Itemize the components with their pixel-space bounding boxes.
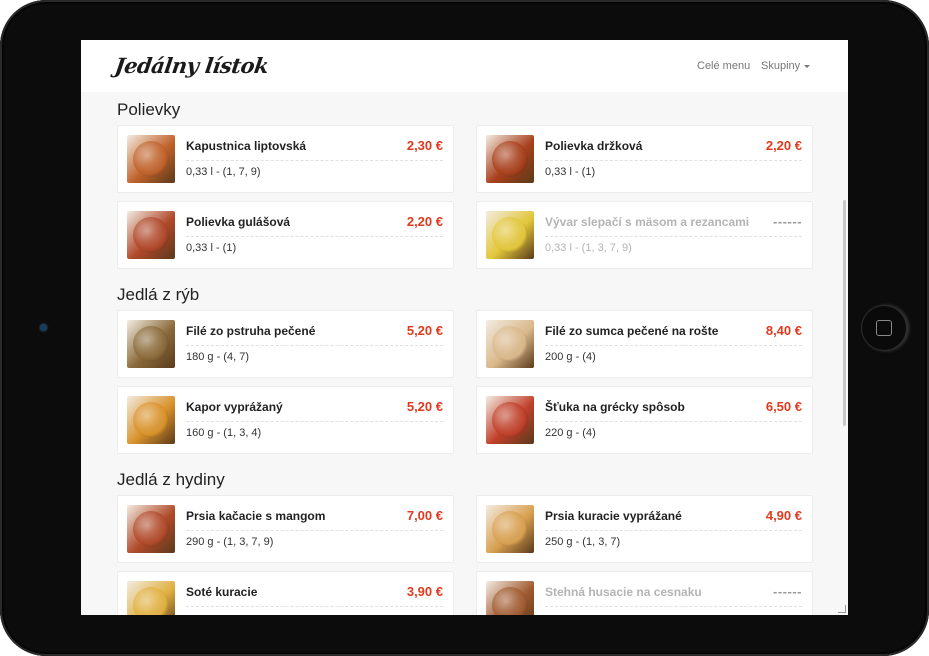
menu-item-card[interactable]: Kapor vyprážaný 5,20 € 160 g - (1, 3, 4): [117, 386, 454, 454]
dish-name: Prsia kačacie s mangom: [186, 509, 326, 523]
tablet-frame: Jedálny lístok Celé menu Skupiny Polievk…: [0, 0, 929, 656]
dish-price: 6,50 €: [765, 399, 802, 414]
dish-portion-allergens: 220 g - (4): [545, 427, 596, 439]
resize-grip-icon: [838, 605, 846, 613]
menu-item-card[interactable]: Šťuka na grécky spôsob 6,50 € 220 g - (4): [476, 386, 813, 454]
dish-photo: [486, 396, 534, 444]
dish-price: 2,20 €: [765, 138, 802, 153]
dish-portion-allergens: 0,33 l - (1): [186, 242, 237, 254]
brand-logo[interactable]: Jedálny lístok: [113, 53, 270, 78]
dish-photo-plate: [133, 587, 169, 615]
dish-photo-plate: [492, 587, 528, 615]
dish-price: 2,30 €: [406, 138, 443, 153]
menu-item-card[interactable]: Stehná husacie na cesnaku ------: [476, 571, 813, 615]
dish-photo-plate: [492, 217, 528, 253]
home-button[interactable]: [861, 305, 907, 351]
menu-item-card[interactable]: Vývar slepačí s mäsom a rezancami ------ 0…: [476, 201, 813, 269]
menu-item-card[interactable]: Filé zo pstruha pečené 5,20 € 180 g - (4, …: [117, 310, 454, 378]
dish-name: Šťuka na grécky spôsob: [545, 400, 685, 414]
dish-portion-allergens: 180 g - (4, 7): [186, 351, 249, 363]
dish-name: Stehná husacie na cesnaku: [545, 585, 702, 599]
divider: [186, 236, 443, 237]
dish-name: Kapustnica liptovská: [186, 139, 307, 153]
dish-photo-plate: [492, 326, 528, 362]
dish-price: 4,90 €: [765, 508, 802, 523]
dish-photo-plate: [492, 141, 528, 177]
menu-item-card[interactable]: Polievka držková 2,20 € 0,33 l - (1): [476, 125, 813, 193]
dish-name: Soté kuracie: [186, 585, 258, 599]
dish-photo-plate: [492, 511, 528, 547]
nav-dropdown-groups[interactable]: Skupiny: [761, 60, 811, 72]
divider: [545, 345, 802, 346]
divider: [186, 606, 443, 607]
divider: [186, 421, 443, 422]
dish-name: Polievka gulášová: [186, 215, 291, 229]
dish-price: 5,20 €: [406, 399, 443, 414]
dish-photo-plate: [133, 217, 169, 253]
dish-photo: [127, 396, 175, 444]
divider: [186, 345, 443, 346]
camera-icon: [40, 324, 47, 331]
dish-photo-plate: [133, 141, 169, 177]
dish-price: 8,40 €: [765, 323, 802, 338]
menu-item-card[interactable]: Filé zo sumca pečené na rošte 8,40 € 200 g…: [476, 310, 813, 378]
home-square-icon: [876, 320, 892, 336]
dish-photo: [486, 505, 534, 553]
dish-photo: [127, 505, 175, 553]
menu-item-card[interactable]: Polievka gulášová 2,20 € 0,33 l - (1): [117, 201, 454, 269]
dish-price: 3,90 €: [406, 584, 443, 599]
dish-photo: [127, 320, 175, 368]
dish-portion-allergens: 200 g - (4): [545, 351, 596, 363]
divider: [545, 160, 802, 161]
dish-name: Filé zo pstruha pečené: [186, 324, 316, 338]
dish-name: Prsia kuracie vyprážané: [545, 509, 682, 523]
screen: Jedálny lístok Celé menu Skupiny Polievk…: [81, 40, 848, 615]
dish-name: Kapor vyprážaný: [186, 400, 283, 414]
dish-portion-allergens: 0,33 l - (1, 3, 7, 9): [545, 242, 632, 254]
divider: [545, 236, 802, 237]
divider: [545, 530, 802, 531]
dish-price: ------: [773, 214, 802, 229]
dish-photo: [486, 135, 534, 183]
dish-portion-allergens: 250 g - (1, 3, 7): [545, 536, 621, 548]
scrollbar[interactable]: [843, 200, 846, 426]
menu-item-card[interactable]: Prsia kuracie vyprážané 4,90 € 250 g - (1,…: [476, 495, 813, 563]
divider: [186, 530, 443, 531]
dish-photo: [486, 581, 534, 615]
nav-groups-label: Skupiny: [761, 60, 801, 72]
dish-portion-allergens: 160 g - (1, 3, 4): [186, 427, 262, 439]
dish-photo: [486, 320, 534, 368]
divider: [545, 421, 802, 422]
menu-item-card[interactable]: Soté kuracie 3,90 €: [117, 571, 454, 615]
dish-name: Polievka držková: [545, 139, 643, 153]
section-title: Jedlá z hydiny: [117, 470, 225, 489]
divider: [186, 160, 443, 161]
dish-name: Filé zo sumca pečené na rošte: [545, 324, 719, 338]
dish-portion-allergens: 290 g - (1, 3, 7, 9): [186, 536, 274, 548]
dish-price: ------: [773, 584, 802, 599]
dish-photo-plate: [133, 511, 169, 547]
dish-photo-plate: [492, 402, 528, 438]
dish-price: 5,20 €: [406, 323, 443, 338]
dish-name: Vývar slepačí s mäsom a rezancami: [545, 215, 750, 229]
menu-item-card[interactable]: Kapustnica liptovská 2,30 € 0,33 l - (1, 7…: [117, 125, 454, 193]
section-title: Polievky: [117, 100, 181, 119]
dish-portion-allergens: 0,33 l - (1): [545, 166, 596, 178]
dish-photo-plate: [133, 326, 169, 362]
caret-down-icon: [804, 64, 811, 68]
section-title: Jedlá z rýb: [117, 285, 200, 304]
nav-link-full-menu[interactable]: Celé menu: [697, 60, 750, 72]
dish-photo: [127, 581, 175, 615]
menu-item-card[interactable]: Prsia kačacie s mangom 7,00 € 290 g - (1, …: [117, 495, 454, 563]
dish-photo-plate: [133, 402, 169, 438]
navbar: Jedálny lístok Celé menu Skupiny: [81, 40, 848, 92]
dish-price: 2,20 €: [406, 214, 443, 229]
divider: [545, 606, 802, 607]
dish-photo: [486, 211, 534, 259]
dish-photo: [127, 211, 175, 259]
dish-photo: [127, 135, 175, 183]
dish-price: 7,00 €: [406, 508, 443, 523]
dish-portion-allergens: 0,33 l - (1, 7, 9): [186, 166, 261, 178]
